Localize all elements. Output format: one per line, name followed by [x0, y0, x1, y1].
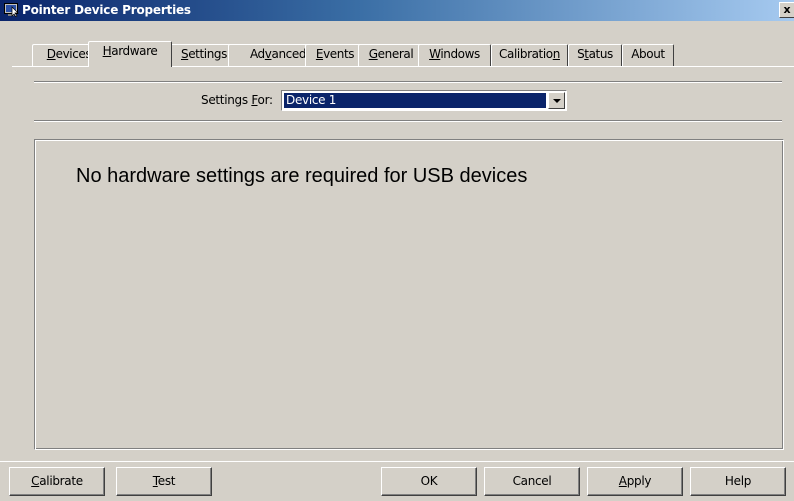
dropdown-button[interactable]: [548, 92, 565, 109]
tab-about[interactable]: About: [622, 44, 674, 66]
hardware-message: No hardware settings are required for US…: [76, 165, 528, 187]
apply-button[interactable]: Apply: [587, 467, 683, 496]
title-bar[interactable]: Pointer Device Properties x: [0, 0, 794, 21]
close-icon: x: [783, 3, 791, 16]
tab-general[interactable]: General: [358, 44, 424, 66]
help-button[interactable]: Help: [690, 467, 786, 496]
tab-hardware[interactable]: Hardware: [88, 41, 172, 67]
test-button[interactable]: Test: [116, 467, 212, 496]
settings-for-dropdown[interactable]: Device 1: [281, 90, 567, 111]
cancel-button[interactable]: Cancel: [484, 467, 580, 496]
divider: [34, 81, 782, 83]
tab-calibration[interactable]: Calibration: [491, 44, 568, 66]
tab-status[interactable]: Status: [568, 44, 622, 66]
divider: [0, 461, 794, 462]
window-title: Pointer Device Properties: [22, 3, 191, 17]
ok-button[interactable]: OK: [381, 467, 477, 496]
tab-events[interactable]: Events: [305, 44, 365, 66]
chevron-down-icon: [553, 99, 561, 103]
divider: [34, 120, 782, 122]
properties-dialog: Pointer Device Properties x Devices Hard…: [0, 0, 794, 501]
selected-device: Device 1: [284, 93, 546, 108]
tab-windows[interactable]: Windows: [418, 44, 491, 66]
calibrate-button[interactable]: Calibrate: [9, 467, 105, 496]
settings-for-label: Settings For:: [201, 93, 273, 107]
pointer-device-app-icon: [4, 3, 19, 18]
close-button[interactable]: x: [779, 2, 794, 18]
